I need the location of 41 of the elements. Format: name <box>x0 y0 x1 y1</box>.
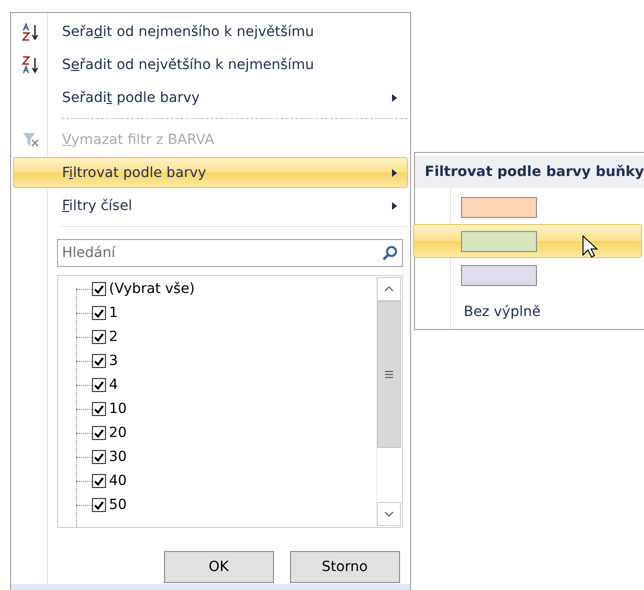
value-label: (Vybrat vše) <box>109 281 195 297</box>
clear-filter-icon <box>22 132 40 148</box>
menu-item[interactable]: Seřadit od nejmenšího k největšímu <box>13 16 408 47</box>
value-label: 50 <box>109 497 127 513</box>
menu-item[interactable]: Filtrovat podle barvy <box>13 157 408 188</box>
checkbox[interactable] <box>92 498 106 512</box>
menu-item[interactable]: Seřadit podle barvy <box>13 82 408 113</box>
search-icon <box>382 245 398 261</box>
checkbox[interactable] <box>92 378 106 392</box>
search-field[interactable]: Hledání <box>57 239 403 267</box>
scrollbar[interactable] <box>376 277 401 526</box>
grip-icon <box>384 371 393 378</box>
checkbox[interactable] <box>92 330 106 344</box>
chevron-up-icon <box>384 286 394 292</box>
no-fill-option[interactable]: Bez výplně <box>414 292 644 332</box>
value-label: 40 <box>109 473 127 489</box>
menu-item[interactable]: Filtry čísel <box>13 190 408 221</box>
checkbox[interactable] <box>92 402 106 416</box>
menu-item[interactable]: Seřadit od největšího k nejmenšímu <box>13 49 408 80</box>
value-label: 20 <box>109 425 127 441</box>
sort-descending-icon <box>22 56 40 74</box>
checkbox[interactable] <box>92 426 106 440</box>
mouse-pointer-icon <box>582 235 598 259</box>
value-label: 4 <box>109 377 118 393</box>
scroll-thumb[interactable] <box>376 301 401 448</box>
value-label: 1 <box>109 305 118 321</box>
checkbox[interactable] <box>92 282 106 296</box>
value-label: 3 <box>109 353 118 369</box>
checkbox[interactable] <box>92 450 106 464</box>
dialog-button[interactable]: Storno <box>290 551 400 583</box>
color-option[interactable] <box>412 224 642 258</box>
chevron-down-icon <box>384 511 394 517</box>
value-label: 10 <box>109 401 127 417</box>
value-label: 30 <box>109 449 127 465</box>
sort-ascending-icon <box>22 22 40 40</box>
checkbox[interactable] <box>92 306 106 320</box>
value-label: 2 <box>109 329 118 345</box>
dialog-button[interactable]: OK <box>164 551 274 583</box>
checkbox[interactable] <box>92 474 106 488</box>
submenu-header: Filtrovat podle barvy buňky <box>414 156 644 188</box>
checkbox[interactable] <box>92 354 106 368</box>
